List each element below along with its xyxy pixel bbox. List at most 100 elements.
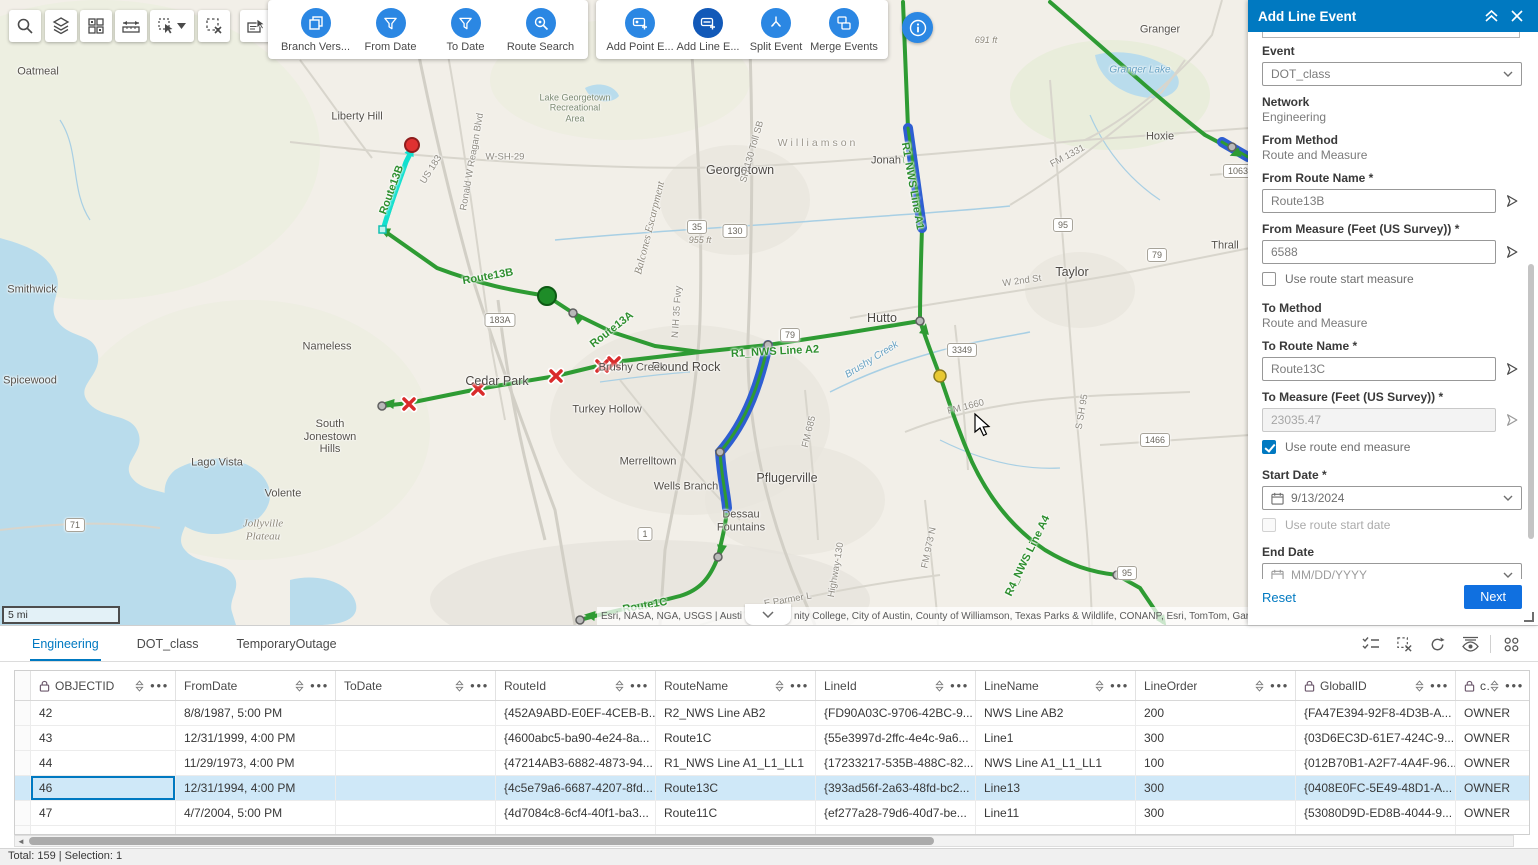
table-cell[interactable]: {53080D9D-ED8B-4044-9... (1296, 801, 1456, 825)
table-cell[interactable]: Line13 (976, 776, 1136, 800)
column-header-lineid[interactable]: LineId●●● (816, 671, 976, 700)
column-header-create[interactable]: create●●● (1456, 671, 1530, 700)
toolbar-route-search[interactable]: Route Search (505, 8, 577, 53)
column-menu-button[interactable]: ●●● (150, 681, 169, 690)
measure-button[interactable] (115, 10, 147, 42)
horizontal-scroll-thumb[interactable] (29, 837, 934, 845)
from-route-map-picker-button[interactable] (1502, 191, 1522, 211)
use-route-start-measure-checkbox[interactable]: Use route start measure (1262, 272, 1522, 286)
map-search-button[interactable] (9, 10, 41, 42)
table-cell[interactable]: Line11 (976, 801, 1136, 825)
clear-selection-button[interactable] (198, 10, 230, 42)
column-header-lineorder[interactable]: LineOrder●●● (1136, 671, 1296, 700)
table-cell[interactable]: OWNER (1456, 726, 1530, 750)
toolbar-from-date[interactable]: From Date (355, 8, 427, 53)
from-route-name-input[interactable]: Route13B (1262, 189, 1496, 213)
basemap-gallery-button[interactable] (80, 10, 112, 42)
table-cell[interactable]: R2_NWS Line AB2 (656, 701, 816, 725)
table-row[interactable]: 4411/29/1973, 4:00 PM{47214AB3-6882-4873… (15, 751, 1529, 776)
table-cell[interactable] (336, 801, 496, 825)
select-tool-button[interactable] (150, 10, 194, 42)
table-cell[interactable]: 300 (1136, 776, 1296, 800)
table-row[interactable]: 474/7/2004, 5:00 PM {4d7084c8-6cf4-40f1-b… (15, 801, 1529, 826)
toolbar-add-line-event[interactable]: Add Line E... (674, 8, 742, 53)
sort-icon[interactable] (455, 680, 464, 692)
table-cell[interactable]: {4d7084c8-6cf4-40f1-ba3... (496, 801, 656, 825)
table-cell[interactable]: {17233217-535B-488C-82... (816, 751, 976, 775)
table-cell[interactable]: OWNER (1456, 801, 1530, 825)
table-cell[interactable]: 300 (1136, 801, 1296, 825)
table-cell[interactable]: 12/31/1994, 4:00 PM (176, 776, 336, 800)
table-cell[interactable]: OWNER (1456, 701, 1530, 725)
attribution-collapse-button[interactable] (745, 604, 791, 625)
toolbar-add-point-event[interactable]: Add Point E... (606, 8, 674, 53)
clear-table-selection-button[interactable] (1391, 631, 1417, 657)
table-cell[interactable]: {FD90A03C-9706-42BC-9... (816, 701, 976, 725)
table-row[interactable]: 4612/31/1994, 4:00 PM{4c5e79a6-6687-4207… (15, 776, 1529, 801)
table-cell[interactable]: {4c5e79a6-6687-4207-8fd... (496, 776, 656, 800)
sort-icon[interactable] (1415, 680, 1424, 692)
use-route-end-measure-checkbox[interactable]: Use route end measure (1262, 440, 1522, 454)
toolbar-merge-events[interactable]: Merge Events (810, 8, 878, 53)
table-cell[interactable] (336, 701, 496, 725)
panel-scrollbar[interactable] (1527, 74, 1535, 554)
to-route-name-input[interactable]: Route13C (1262, 357, 1496, 381)
panel-resize-handle[interactable] (1524, 612, 1534, 622)
layers-button[interactable] (45, 10, 77, 42)
refresh-button[interactable] (1424, 631, 1450, 657)
table-cell[interactable]: 42 (31, 701, 176, 725)
tab-dot-class[interactable]: DOT_class (135, 628, 201, 660)
column-header-todate[interactable]: ToDate●●● (336, 671, 496, 700)
toolbar-to-date[interactable]: To Date (430, 8, 502, 53)
table-cell[interactable]: 8/8/1987, 5:00 PM (176, 701, 336, 725)
toolbar-split-event[interactable]: Split Event (742, 8, 810, 53)
table-cell[interactable]: 43 (31, 726, 176, 750)
sort-icon[interactable] (935, 680, 944, 692)
to-route-map-picker-button[interactable] (1502, 359, 1522, 379)
show-selected-records-button[interactable] (1358, 631, 1384, 657)
table-cell[interactable]: NWS Line AB2 (976, 701, 1136, 725)
sort-icon[interactable] (775, 680, 784, 692)
sort-icon[interactable] (1095, 680, 1104, 692)
column-menu-button[interactable]: ●●● (1270, 681, 1289, 690)
scroll-left-arrow[interactable]: ◄ (15, 836, 27, 846)
table-cell[interactable]: 100 (1136, 751, 1296, 775)
column-menu-button[interactable]: ●●● (790, 681, 809, 690)
table-cell[interactable]: Line1 (976, 726, 1136, 750)
table-options-button[interactable] (1498, 631, 1524, 657)
table-cell[interactable]: 4/7/2004, 5:00 PM (176, 801, 336, 825)
table-cell[interactable]: {ef277a28-79d6-40d7-be... (816, 801, 976, 825)
column-menu-button[interactable]: ●●● (950, 681, 969, 690)
column-header-objectid[interactable]: OBJECTID●●● (31, 671, 176, 700)
reset-button[interactable]: Reset (1262, 590, 1296, 605)
from-measure-map-picker-button[interactable] (1502, 242, 1522, 262)
tab-temporary-outage[interactable]: TemporaryOutage (235, 628, 339, 660)
table-cell[interactable] (336, 726, 496, 750)
table-cell[interactable]: 11/29/1973, 4:00 PM (176, 751, 336, 775)
sort-icon[interactable] (295, 680, 304, 692)
table-cell[interactable]: 44 (31, 751, 176, 775)
table-cell[interactable]: {0408E0FC-5E49-48D1-A... (1296, 776, 1456, 800)
table-cell[interactable]: {55e3997d-2ffc-4e4c-9a6... (816, 726, 976, 750)
table-row[interactable]: 428/8/1987, 5:00 PM {452A9ABD-E0EF-4CEB-B… (15, 701, 1529, 726)
end-date-input[interactable]: MM/DD/YYYY (1262, 563, 1522, 579)
hide-fields-button[interactable] (1457, 631, 1483, 657)
checkbox-checked[interactable] (1262, 440, 1276, 454)
sort-icon[interactable] (615, 680, 624, 692)
column-header-linename[interactable]: LineName●●● (976, 671, 1136, 700)
column-header-globalid[interactable]: GlobalID●●● (1296, 671, 1456, 700)
table-cell[interactable]: {452A9ABD-E0EF-4CEB-B... (496, 701, 656, 725)
table-cell[interactable]: 47 (31, 801, 176, 825)
column-header-routename[interactable]: RouteName●●● (656, 671, 816, 700)
next-button[interactable]: Next (1464, 585, 1522, 609)
table-cell[interactable] (336, 751, 496, 775)
event-select[interactable]: DOT_class (1262, 62, 1522, 86)
sort-icon[interactable] (1490, 680, 1499, 692)
table-cell[interactable]: {4600abc5-ba90-4e24-8a... (496, 726, 656, 750)
table-cell[interactable]: {03D6EC3D-61E7-424C-9... (1296, 726, 1456, 750)
to-measure-map-picker-button[interactable] (1502, 410, 1522, 430)
table-cell[interactable]: 300 (1136, 726, 1296, 750)
sort-icon[interactable] (135, 680, 144, 692)
panel-collapse-button[interactable] (1480, 5, 1502, 27)
column-menu-button[interactable]: ●●● (470, 681, 489, 690)
